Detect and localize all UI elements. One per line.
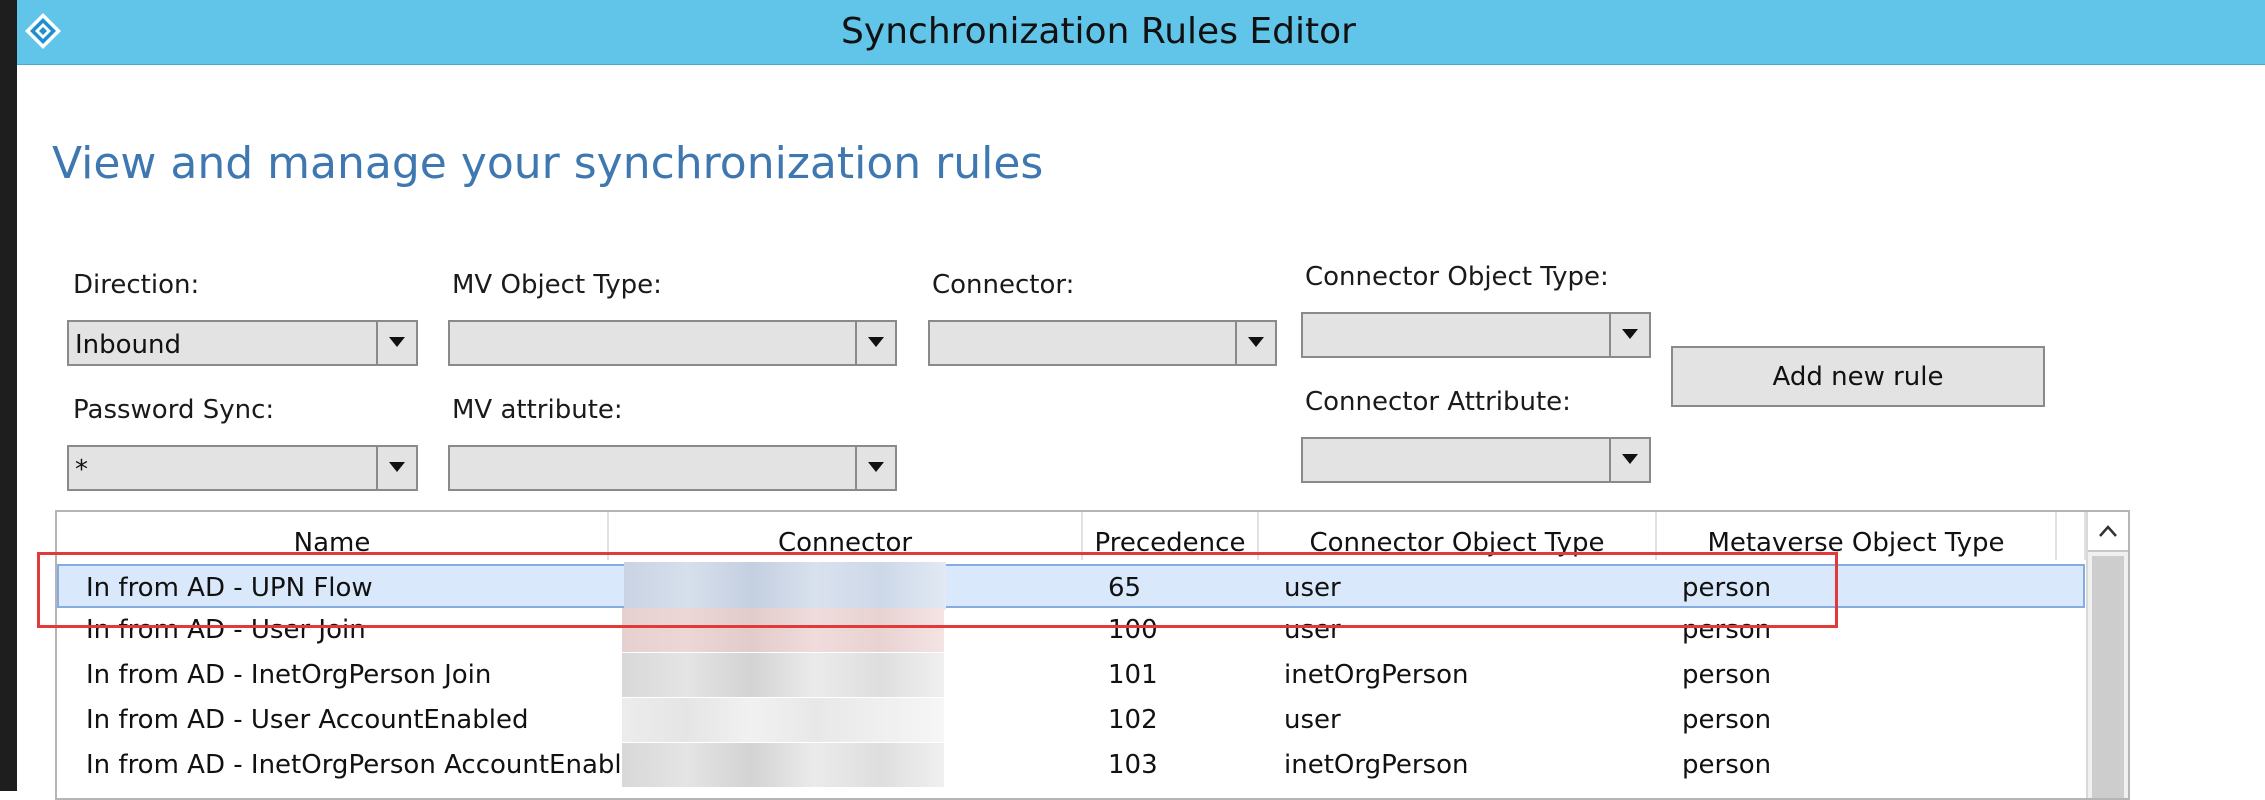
direction-value: Inbound [75, 330, 182, 360]
connector-object-type-dropdown-button[interactable] [1609, 314, 1649, 356]
rule-metaverse-object-type: person [1682, 705, 1772, 735]
rule-precedence: 102 [1108, 705, 1158, 735]
rule-metaverse-object-type: person [1682, 660, 1772, 690]
add-new-rule-button[interactable]: Add new rule [1671, 346, 2045, 407]
title-bar: Synchronization Rules Editor [17, 0, 2265, 65]
rule-connector-redacted [622, 698, 944, 742]
password-sync-dropdown-button[interactable] [376, 447, 416, 489]
rule-precedence: 101 [1108, 660, 1158, 690]
connector-attribute-select[interactable] [1301, 437, 1651, 483]
connector-object-type-select[interactable] [1301, 312, 1651, 358]
table-row[interactable]: In from AD - UPN Flow 65 user person [57, 562, 2085, 610]
direction-label: Direction: [73, 270, 200, 300]
password-sync-select[interactable]: * [67, 445, 418, 491]
rule-connector-redacted [622, 653, 944, 697]
table-row[interactable]: In from AD - User Join 100 user person [57, 608, 2085, 652]
rule-connector-object-type: user [1284, 573, 1341, 603]
rule-name: In from AD - InetOrgPerson Join [86, 660, 492, 690]
page-title: View and manage your synchronization rul… [52, 138, 1044, 189]
rule-connector-object-type: inetOrgPerson [1284, 660, 1469, 690]
connector-select[interactable] [928, 320, 1277, 366]
rule-connector-redacted [622, 608, 944, 652]
password-sync-value: * [75, 455, 88, 485]
connector-attribute-label: Connector Attribute: [1305, 387, 1571, 417]
chevron-down-icon [389, 337, 405, 347]
connector-attribute-dropdown-button[interactable] [1609, 439, 1649, 481]
rule-connector-redacted [622, 743, 944, 787]
column-header-connector[interactable]: Connector [609, 512, 1083, 560]
connector-object-type-label: Connector Object Type: [1305, 262, 1609, 292]
rule-precedence: 65 [1108, 573, 1142, 603]
column-header-filler [2057, 512, 2086, 560]
mv-object-type-select[interactable] [448, 320, 897, 366]
rule-connector-object-type: user [1284, 705, 1341, 735]
rule-precedence: 103 [1108, 750, 1158, 780]
rule-name: In from AD - User Join [86, 615, 366, 645]
table-row[interactable]: In from AD - User AccountEnabled 102 use… [57, 698, 2085, 742]
window-title: Synchronization Rules Editor [841, 11, 1356, 52]
connector-label: Connector: [932, 270, 1075, 300]
rule-name: In from AD - InetOrgPerson AccountEnable… [86, 750, 655, 780]
mv-object-type-dropdown-button[interactable] [855, 322, 895, 364]
table-row[interactable]: In from AD - InetOrgPerson Join 101 inet… [57, 653, 2085, 697]
chevron-down-icon [868, 462, 884, 472]
rule-metaverse-object-type: person [1682, 615, 1772, 645]
mv-attribute-select[interactable] [448, 445, 897, 491]
mv-attribute-dropdown-button[interactable] [855, 447, 895, 489]
chevron-down-icon [389, 462, 405, 472]
rule-connector-redacted [624, 562, 946, 610]
rule-connector-object-type: inetOrgPerson [1284, 750, 1469, 780]
chevron-up-icon [2099, 525, 2117, 537]
table-row[interactable]: In from AD - InetOrgPerson AccountEnable… [57, 743, 2085, 787]
direction-select[interactable]: Inbound [67, 320, 418, 366]
scroll-up-button[interactable] [2088, 512, 2128, 552]
rule-metaverse-object-type: person [1682, 573, 1772, 603]
mv-attribute-label: MV attribute: [452, 395, 623, 425]
rule-name: In from AD - User AccountEnabled [86, 705, 529, 735]
column-header-name[interactable]: Name [57, 512, 609, 560]
connector-dropdown-button[interactable] [1235, 322, 1275, 364]
chevron-down-icon [1622, 329, 1638, 339]
column-header-metaverse-object-type[interactable]: Metaverse Object Type [1657, 512, 2057, 560]
rule-name: In from AD - UPN Flow [86, 573, 373, 603]
chevron-down-icon [1622, 454, 1638, 464]
password-sync-label: Password Sync: [73, 395, 275, 425]
column-header-precedence[interactable]: Precedence [1083, 512, 1259, 560]
direction-dropdown-button[interactable] [376, 322, 416, 364]
sync-rules-grid[interactable]: Name Connector Precedence Connector Obje… [55, 510, 2130, 800]
chevron-down-icon [1248, 337, 1264, 347]
window-left-edge [0, 0, 17, 791]
scrollbar-thumb[interactable] [2092, 556, 2124, 798]
rule-metaverse-object-type: person [1682, 750, 1772, 780]
mv-object-type-label: MV Object Type: [452, 270, 662, 300]
rule-precedence: 100 [1108, 615, 1158, 645]
chevron-down-icon [868, 337, 884, 347]
vertical-scrollbar[interactable] [2086, 512, 2128, 798]
column-header-connector-object-type[interactable]: Connector Object Type [1259, 512, 1657, 560]
rule-connector-object-type: user [1284, 615, 1341, 645]
